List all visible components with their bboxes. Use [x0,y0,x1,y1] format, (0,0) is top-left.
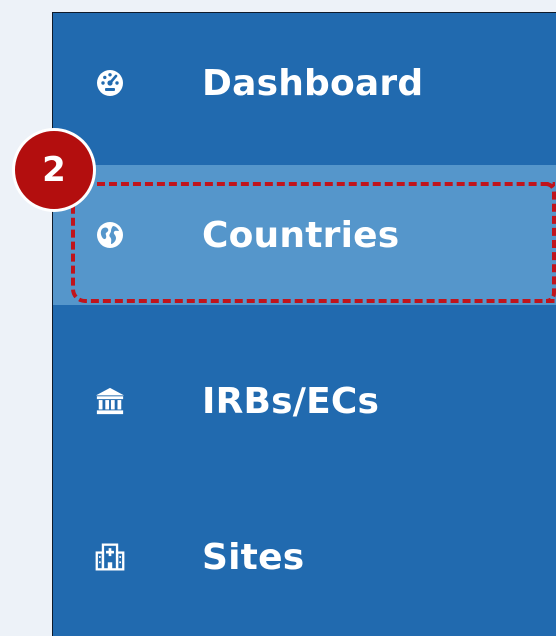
dashboard-gauge-icon [95,68,125,98]
sidebar-nav: Dashboard Countries IRBs/ECs Sites [52,12,556,636]
highlight-box-edge [546,182,556,303]
sidebar-item-sites[interactable]: Sites [53,487,556,627]
sidebar-item-label: Sites [202,536,305,578]
sidebar-item-label: Dashboard [202,62,424,104]
sidebar-item-dashboard[interactable]: Dashboard [53,13,556,153]
hospital-icon [95,542,125,572]
highlight-box [71,182,555,303]
institution-icon [95,386,125,416]
sidebar-item-irbs-ecs[interactable]: IRBs/ECs [53,331,556,471]
step-badge: 2 [12,128,96,212]
sidebar-item-label: IRBs/ECs [202,380,380,422]
